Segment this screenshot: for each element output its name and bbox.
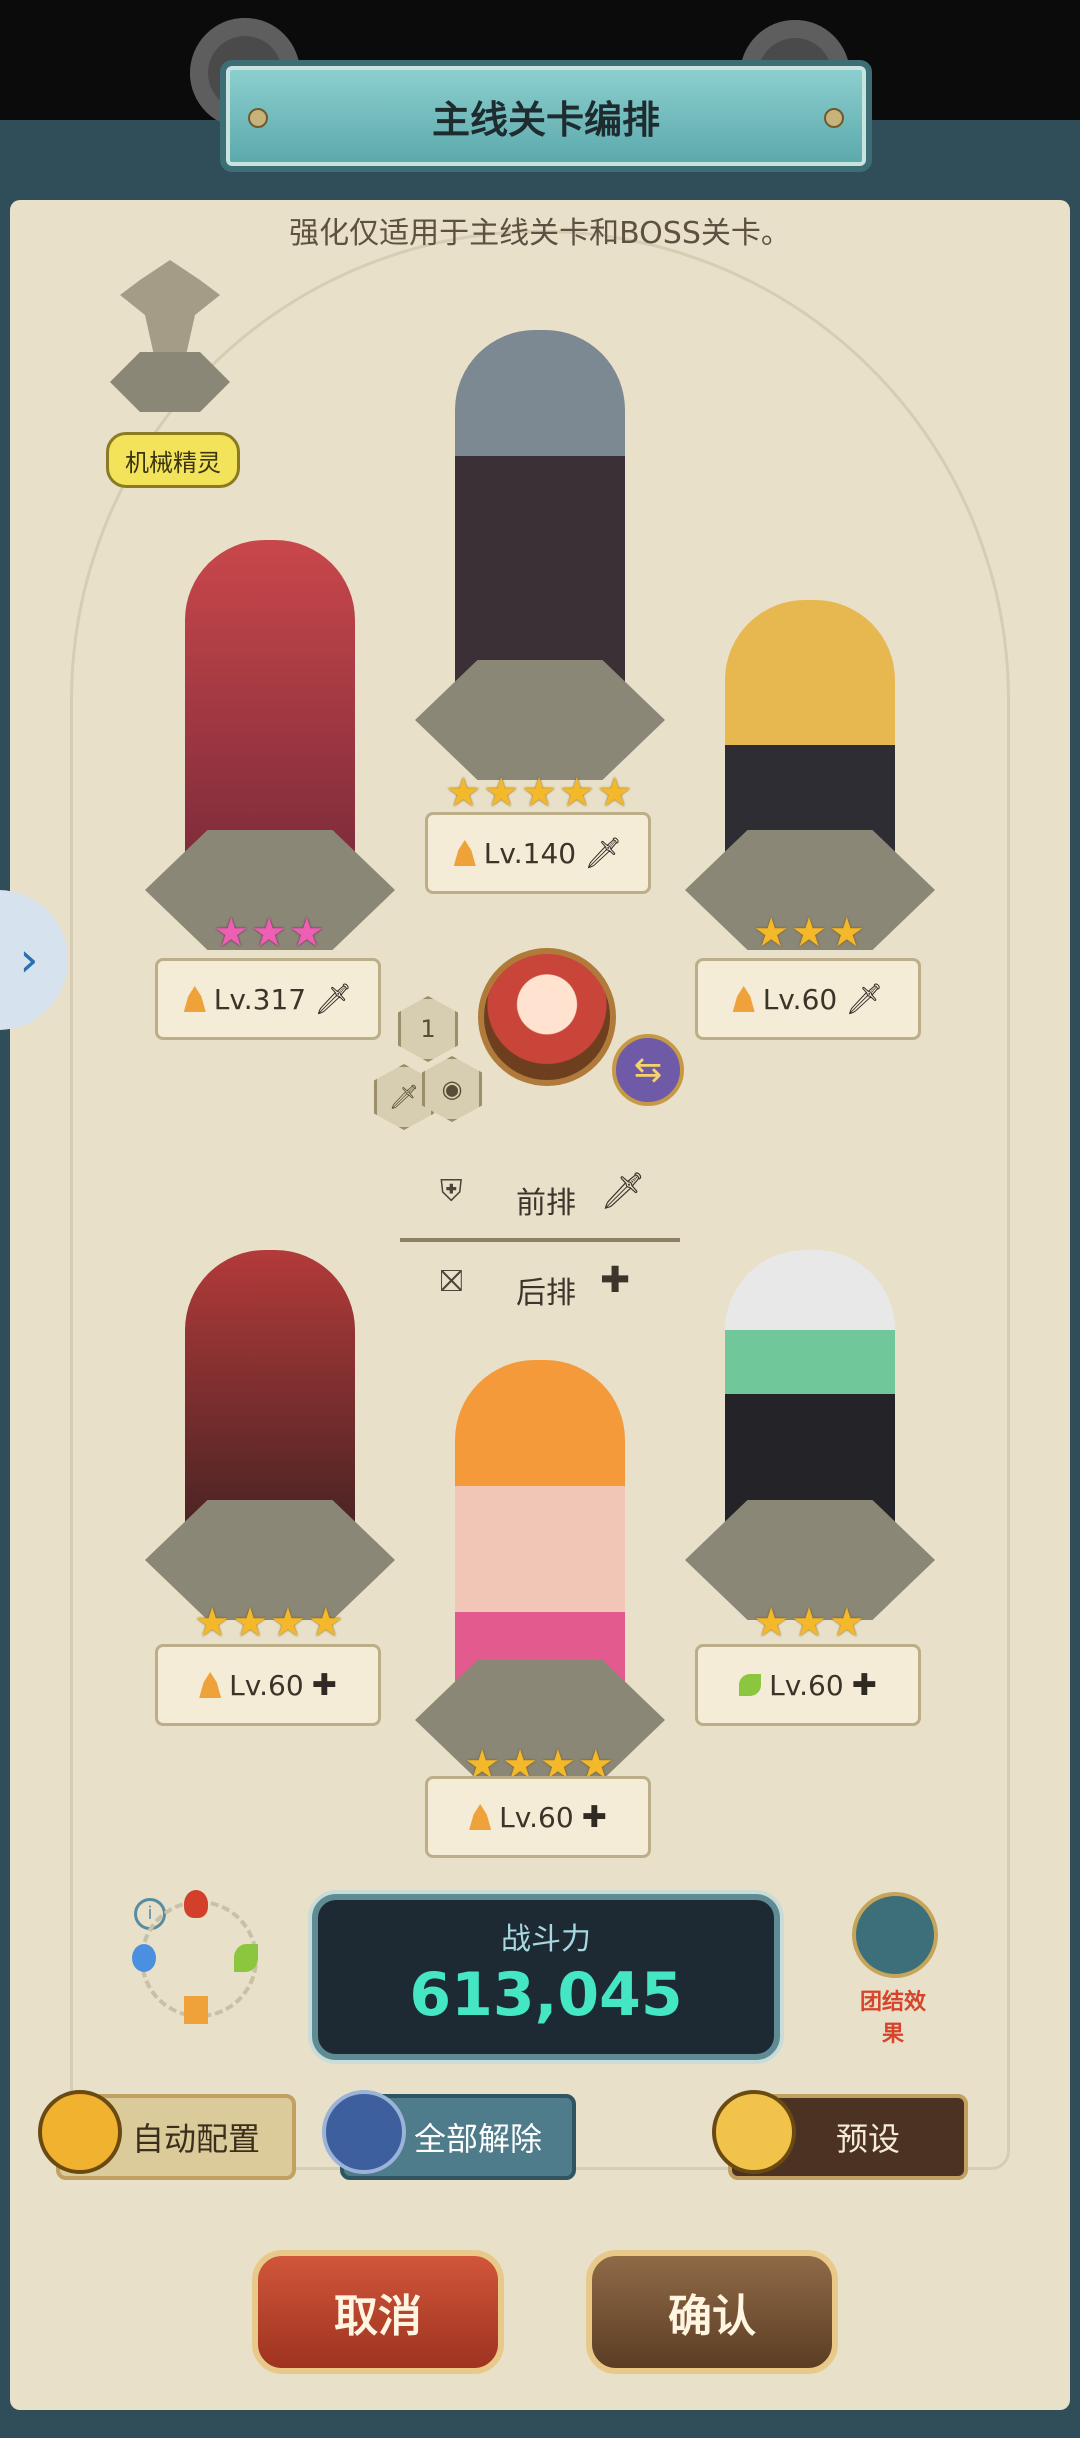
combat-power-label: 战斗力 [501,1922,591,1957]
wind-element-icon [739,1674,762,1696]
element-cycle-icon[interactable] [132,1890,258,2024]
add-icon: ✚ [851,1667,877,1703]
front-row-shield-icon: ⛨ [440,1174,463,1209]
hero-slot-bottom[interactable]: ★★★★ Lv.60 ✚ [415,1360,665,1860]
confirm-label: 确认 [668,2291,756,2342]
front-row-sword-icon[interactable]: 🗡 [600,1170,646,1212]
cancel-label: 取消 [334,2291,422,2342]
handshake-icon [852,1892,938,1978]
star-rating: ★★★★★ [445,770,635,816]
hero-pedestal [415,660,665,780]
preset-label: 预设 [835,2120,900,2158]
release-all-label: 全部解除 [413,2120,542,2158]
rivet-icon [248,108,268,128]
light-element-icon [184,1996,208,2024]
level-label: Lv.60 [762,982,838,1016]
level-label: Lv.60 [499,1800,574,1834]
fire-element-icon [183,986,206,1012]
level-label: Lv.60 [769,1668,844,1702]
sword-icon: 🗡 [845,981,884,1017]
row-divider [400,1238,680,1242]
fire-element-icon [469,1804,492,1830]
hero-slot-lower-left[interactable]: ★★★★ Lv.60 ✚ [145,1250,395,1726]
hero-slot-upper-right[interactable]: ★★★ Lv.60 🗡 [685,600,935,1040]
back-row-add-icon[interactable]: ✚ [600,1260,630,1301]
back-row-slash-icon: ⛝ [440,1264,463,1299]
level-label: Lv.317 [213,982,307,1016]
swap-icon[interactable]: ⇆ [612,1034,684,1106]
chevron-right-icon: › [19,932,39,988]
level-box: Lv.140 🗡 [425,812,651,894]
fire-element-icon [184,1890,208,1918]
mechanical-spirit-slot[interactable] [110,260,230,412]
level-label: Lv.60 [229,1668,304,1702]
gear-icon [38,2090,122,2174]
page-title: 主线关卡编排 [431,97,660,142]
subtitle-note: 强化仅适用于主线关卡和BOSS关卡。 [289,216,791,251]
add-icon: ✚ [581,1799,607,1835]
level-box: Lv.317 🗡 [155,958,381,1040]
page-title-plate: 主线关卡编排 [220,60,872,172]
hero-slot-lower-right[interactable]: ★★★ Lv.60 ✚ [685,1250,935,1726]
team-effect-button[interactable]: 团结效果 [852,1892,938,2047]
level-box: Lv.60 🗡 [695,958,921,1040]
confirm-button[interactable]: 确认 [586,2250,838,2374]
combat-power-value: 613,045 [409,1960,683,2030]
team-effect-label: 团结效果 [859,1990,926,2047]
level-label: Lv.140 [483,836,577,870]
fire-element-icon [453,840,476,866]
hero-slot-upper-left[interactable]: ★★★ Lv.317 🗡 [145,540,395,1040]
star-rating: ★★★★ [194,1600,346,1646]
level-box: Lv.60 ✚ [695,1644,921,1726]
star-rating: ★★★ [753,1600,867,1646]
sword-icon: 🗡 [314,981,353,1017]
unlink-icon [322,2090,406,2174]
fire-element-icon [199,1672,222,1698]
combat-power-panel: 战斗力 613,045 [312,1894,780,2060]
rivet-icon [824,108,844,128]
add-icon: ✚ [311,1667,337,1703]
auto-configure-label: 自动配置 [131,2120,260,2158]
fire-element-icon [732,986,755,1012]
swap-arrows-icon [712,2090,796,2174]
water-element-icon [132,1944,156,1972]
wind-element-icon [234,1944,258,1972]
star-rating: ★★★ [753,910,867,956]
spirit-label[interactable]: 机械精灵 [106,432,240,488]
level-box: Lv.60 ✚ [425,1776,651,1858]
hero-slot-top[interactable]: ★★★★★ Lv.140 🗡 [415,330,665,894]
star-rating: ★★★ [213,910,327,956]
sword-icon: 🗡 [584,835,623,871]
spirit-silhouette-icon [120,260,220,360]
leader-portrait[interactable] [478,948,616,1086]
level-box: Lv.60 ✚ [155,1644,381,1726]
hero-sprite [185,540,355,880]
cancel-button[interactable]: 取消 [252,2250,504,2374]
